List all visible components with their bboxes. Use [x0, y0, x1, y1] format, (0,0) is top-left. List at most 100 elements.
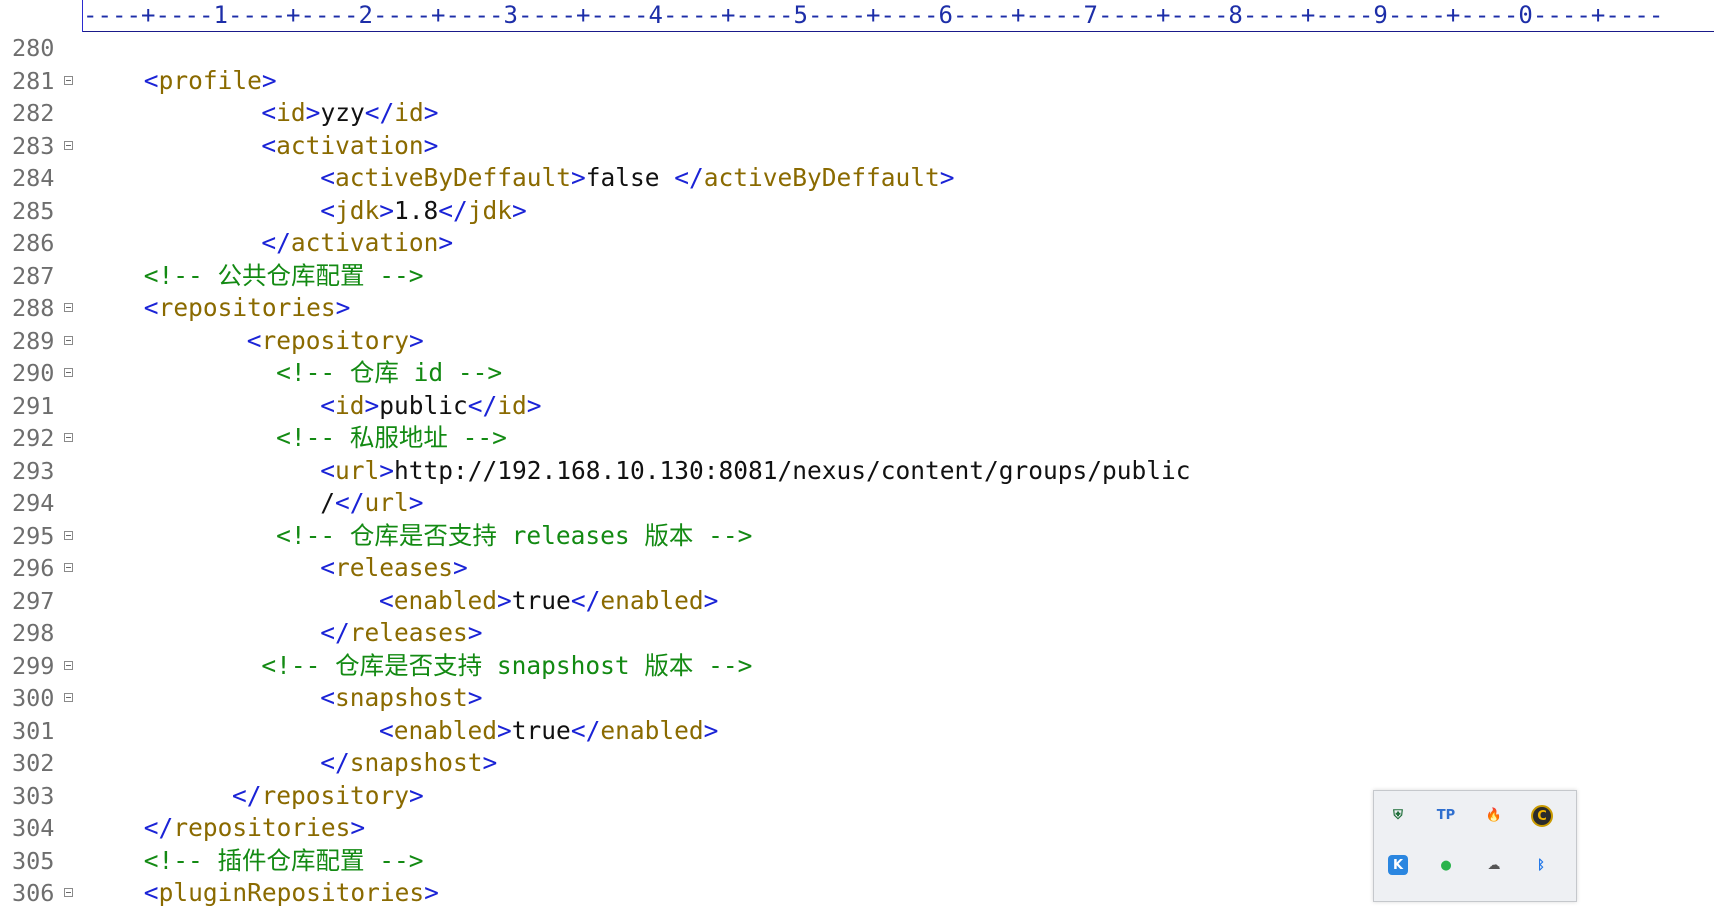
- bracket-token: >: [261, 65, 277, 95]
- code-text: <jdk>1.8</jdk>: [320, 195, 527, 227]
- fold-toggle-icon[interactable]: [64, 693, 73, 702]
- code-line[interactable]: 287 <!-- 公共仓库配置 -->: [0, 260, 1714, 292]
- code-text: <activeByDeffault>false </activeByDeffau…: [320, 162, 954, 194]
- fold-toggle-icon[interactable]: [64, 140, 73, 150]
- bracket-token: >: [467, 618, 483, 647]
- c-app-icon[interactable]: C: [1531, 805, 1553, 827]
- tag-name-token: id: [394, 98, 424, 127]
- line-number: 294: [12, 489, 55, 517]
- tag-name-token: id: [276, 98, 306, 127]
- fold-toggle-icon[interactable]: [64, 303, 73, 312]
- flame-app-icon[interactable]: 🔥: [1482, 803, 1506, 827]
- code-line[interactable]: 280: [0, 32, 1714, 64]
- code-line[interactable]: 284 <activeByDeffault>false </activeByDef…: [0, 162, 1714, 194]
- bracket-token: >: [379, 455, 394, 485]
- bracket-token: >: [703, 585, 719, 615]
- cloud-error-icon[interactable]: ☁: [1482, 853, 1506, 877]
- bracket-token: <: [143, 878, 159, 907]
- text-token: http://192.168.10.130:8081/nexus/content…: [393, 455, 1191, 485]
- bracket-token: <: [320, 683, 335, 712]
- line-number: 280: [12, 34, 55, 62]
- bracket-token: <: [320, 390, 335, 420]
- bracket-token: <: [246, 325, 262, 355]
- line-number: 290: [12, 359, 55, 387]
- code-text: <!-- 仓库 id -->: [276, 357, 502, 389]
- bracket-token: </: [261, 228, 291, 257]
- wechat-icon[interactable]: ●: [1434, 853, 1458, 877]
- code-line[interactable]: 296 <releases>: [0, 552, 1714, 584]
- line-number: 295: [12, 521, 55, 550]
- code-line[interactable]: 290 <!-- 仓库 id -->: [0, 357, 1714, 389]
- fold-toggle-icon[interactable]: [64, 368, 73, 377]
- code-line[interactable]: 295 <!-- 仓库是否支持 releases 版本 -->: [0, 520, 1714, 552]
- security-shield-icon[interactable]: ⛨: [1386, 803, 1410, 827]
- line-number: 293: [12, 456, 55, 485]
- bracket-token: >: [350, 813, 366, 842]
- fold-toggle-icon[interactable]: [64, 530, 73, 540]
- comment-token: <!-- 私服地址 -->: [276, 423, 507, 452]
- fold-toggle-icon[interactable]: [64, 563, 73, 572]
- bracket-token: </: [364, 98, 395, 127]
- code-line[interactable]: 297 <enabled>true</enabled>: [0, 585, 1714, 617]
- fold-toggle-icon[interactable]: [64, 888, 73, 897]
- code-line[interactable]: 293 <url>http://192.168.10.130:8081/nexus…: [0, 455, 1714, 487]
- code-line[interactable]: 282 <id>yzy</id>: [0, 97, 1714, 129]
- code-line[interactable]: 302 </snapshost>: [0, 747, 1714, 779]
- code-editor[interactable]: 280 281 <profile> 282 <id>yzy</id> 283 <activa…: [0, 32, 1714, 907]
- k-app-icon[interactable]: K: [1388, 855, 1408, 875]
- code-text: <repositories>: [144, 292, 351, 324]
- tag-name-token: url: [364, 488, 409, 517]
- line-number: 304: [12, 814, 55, 842]
- tag-name-token: snapshost: [349, 748, 483, 777]
- bracket-token: </: [320, 748, 350, 777]
- bracket-token: <: [320, 195, 335, 225]
- code-line[interactable]: 299 <!-- 仓库是否支持 snapshost 版本 -->: [0, 650, 1714, 682]
- bracket-token: >: [408, 325, 424, 355]
- code-line[interactable]: 291 <id>public</id>: [0, 390, 1714, 422]
- code-line[interactable]: 301 <enabled>true</enabled>: [0, 715, 1714, 747]
- bracket-token: </: [320, 618, 350, 647]
- code-text: <!-- 仓库是否支持 releases 版本 -->: [276, 520, 752, 552]
- fold-toggle-icon[interactable]: [64, 660, 73, 670]
- bracket-token: </: [334, 488, 365, 517]
- code-line[interactable]: 289 <repository>: [0, 325, 1714, 357]
- fold-toggle-icon[interactable]: [64, 335, 73, 345]
- code-line[interactable]: 300 <snapshost>: [0, 682, 1714, 714]
- line-number: 291: [12, 391, 55, 420]
- line-number: 289: [12, 326, 55, 355]
- fold-toggle-icon[interactable]: [64, 433, 73, 442]
- bracket-token: </: [570, 715, 601, 745]
- code-line[interactable]: 281 <profile>: [0, 65, 1714, 97]
- bracket-token: >: [939, 163, 955, 192]
- code-text: /</url>: [320, 487, 423, 519]
- tag-name-token: activeByDeffault: [703, 163, 940, 192]
- fold-toggle-icon[interactable]: [64, 75, 73, 85]
- code-line[interactable]: 283 <activation>: [0, 130, 1714, 162]
- code-text: <releases>: [320, 552, 468, 584]
- tag-name-token: jdk: [467, 195, 513, 225]
- code-line[interactable]: 298 </releases>: [0, 617, 1714, 649]
- line-number: 285: [12, 196, 55, 225]
- tag-name-token: repositories: [173, 813, 351, 842]
- code-line[interactable]: 286 </activation>: [0, 227, 1714, 259]
- bluetooth-icon[interactable]: ᛒ: [1529, 853, 1553, 877]
- tag-name-token: url: [334, 455, 380, 485]
- text-token: public: [379, 390, 468, 420]
- bracket-token: </: [143, 813, 174, 842]
- code-text: </releases>: [320, 617, 482, 649]
- tag-name-token: enabled: [600, 585, 704, 615]
- bracket-token: <: [320, 455, 335, 485]
- code-line[interactable]: 285 <jdk>1.8</jdk>: [0, 195, 1714, 227]
- tag-name-token: profile: [158, 65, 262, 95]
- code-line[interactable]: 294 /</url>: [0, 487, 1714, 519]
- text-token: true: [511, 715, 571, 745]
- code-line[interactable]: 292 <!-- 私服地址 -->: [0, 422, 1714, 454]
- text-token: false: [585, 163, 675, 192]
- tp-app-icon[interactable]: TP: [1434, 803, 1458, 827]
- bracket-token: >: [364, 390, 380, 420]
- bracket-token: <: [261, 130, 277, 160]
- code-line[interactable]: 288 <repositories>: [0, 292, 1714, 324]
- code-text: <id>yzy</id>: [261, 97, 438, 129]
- line-number: 282: [12, 99, 55, 127]
- comment-token: <!-- 插件仓库配置 -->: [143, 845, 424, 875]
